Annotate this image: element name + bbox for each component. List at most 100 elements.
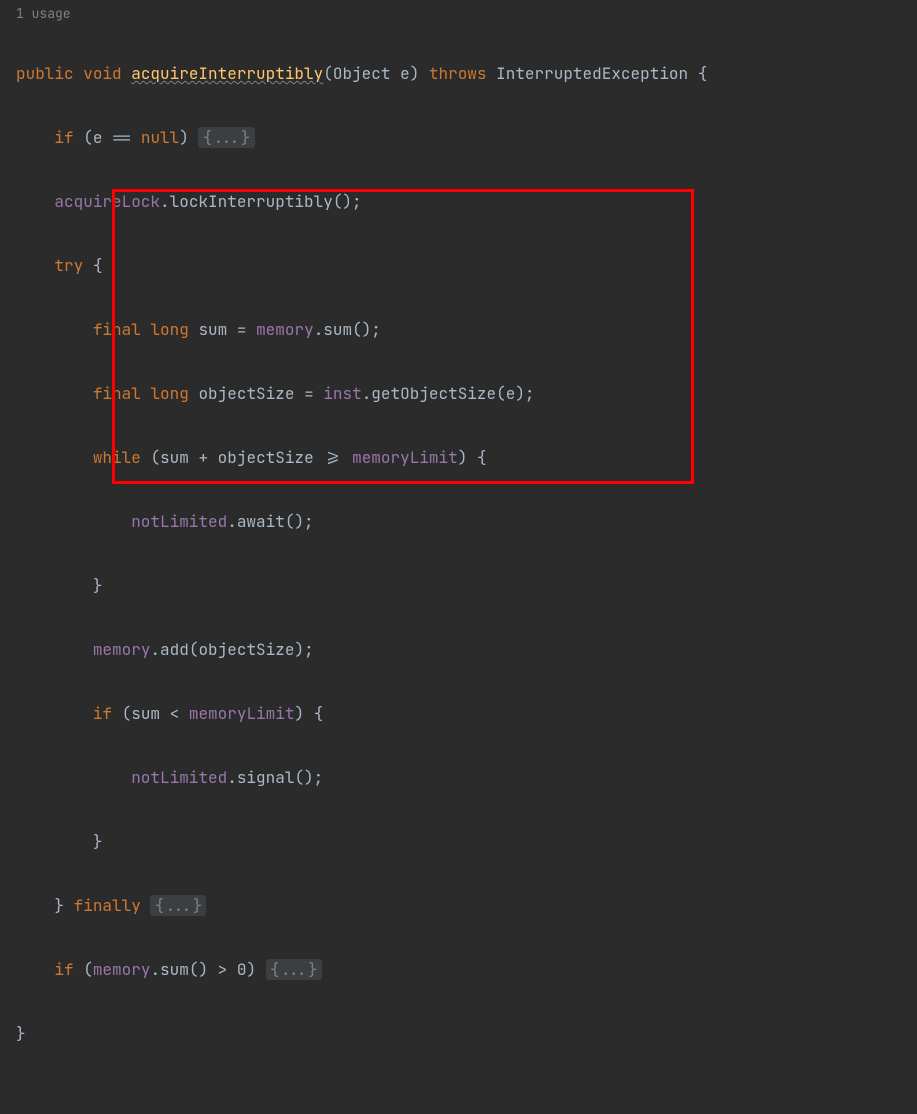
variable: objectSize xyxy=(198,383,294,404)
paren: ( xyxy=(496,383,506,404)
identifier: sum xyxy=(131,703,160,724)
brace: { xyxy=(93,255,103,276)
field-ref: memoryLimit xyxy=(189,703,295,724)
code-line: notLimited.signal(); xyxy=(16,762,917,794)
code-line: } xyxy=(16,826,917,858)
operator: + xyxy=(189,447,218,468)
keyword-void: void xyxy=(83,63,121,84)
paren: ( xyxy=(189,639,199,660)
operator: == xyxy=(112,127,131,148)
variable: sum xyxy=(198,319,227,340)
param-type: Object xyxy=(333,63,391,84)
brace: } xyxy=(93,831,103,852)
identifier: e xyxy=(93,127,103,148)
paren: ) { xyxy=(458,447,487,468)
method-call: await xyxy=(237,511,285,532)
literal: 0 xyxy=(237,959,247,980)
field-ref: inst xyxy=(323,383,361,404)
argument: e xyxy=(506,383,516,404)
paren: ); xyxy=(294,639,313,660)
keyword-if: if xyxy=(93,703,112,724)
keyword-if: if xyxy=(54,127,73,148)
operator: = xyxy=(294,383,323,404)
dot: . xyxy=(362,383,372,404)
brace: } xyxy=(54,895,64,916)
paren: (); xyxy=(333,191,362,212)
paren: (); xyxy=(352,319,381,340)
code-line: memory.add(objectSize); xyxy=(16,634,917,666)
code-line: if (sum < memoryLimit) { xyxy=(16,698,917,730)
operator: > xyxy=(208,959,237,980)
brace: } xyxy=(16,1023,26,1044)
keyword-long: long xyxy=(150,383,188,404)
paren: ( xyxy=(150,447,160,468)
argument: objectSize xyxy=(198,639,294,660)
method-call: sum xyxy=(323,319,352,340)
keyword-null: null xyxy=(141,127,179,148)
method-call: getObjectSize xyxy=(371,383,496,404)
field-ref: memory xyxy=(256,319,314,340)
operator: < xyxy=(160,703,189,724)
paren: ) xyxy=(179,127,189,148)
paren: ); xyxy=(515,383,534,404)
keyword-throws: throws xyxy=(429,63,487,84)
keyword-final: final xyxy=(93,319,141,340)
code-line: if (memory.sum() > 0) {...} xyxy=(16,954,917,986)
method-call: lockInterruptibly xyxy=(170,191,333,212)
paren: ) xyxy=(410,63,420,84)
dot: . xyxy=(150,639,160,660)
dot: . xyxy=(227,511,237,532)
method-call: signal xyxy=(237,767,295,788)
field-ref: memory xyxy=(93,959,151,980)
dot: . xyxy=(160,191,170,212)
field-ref: memory xyxy=(93,639,151,660)
paren: ( xyxy=(323,63,333,84)
identifier: objectSize xyxy=(218,447,314,468)
paren: (); xyxy=(285,511,314,532)
keyword-if: if xyxy=(54,959,73,980)
field-ref: notLimited xyxy=(131,511,227,532)
paren: ( xyxy=(83,127,93,148)
paren: (); xyxy=(294,767,323,788)
code-line: public void acquireInterruptibly(Object … xyxy=(16,58,917,90)
code-line: final long sum = memory.sum(); xyxy=(16,314,917,346)
keyword-public: public xyxy=(16,63,74,84)
fold-region[interactable]: {...} xyxy=(266,959,322,980)
keyword-long: long xyxy=(150,319,188,340)
field-ref: memoryLimit xyxy=(352,447,458,468)
keyword-try: try xyxy=(54,255,83,276)
keyword-while: while xyxy=(93,447,141,468)
paren: ( xyxy=(83,959,93,980)
usage-hint[interactable]: 1 usage xyxy=(16,4,917,24)
method-call: sum xyxy=(160,959,189,980)
code-line: while (sum + objectSize >= memoryLimit) … xyxy=(16,442,917,474)
dot: . xyxy=(227,767,237,788)
paren: ) xyxy=(246,959,256,980)
code-line: notLimited.await(); xyxy=(16,506,917,538)
code-line: if (e == null) {...} xyxy=(16,122,917,154)
operator: = xyxy=(227,319,256,340)
brace: { xyxy=(698,63,708,84)
code-line: } xyxy=(16,570,917,602)
paren: ) { xyxy=(294,703,323,724)
code-line: acquireLock.lockInterruptibly(); xyxy=(16,186,917,218)
param-name: e xyxy=(400,63,410,84)
identifier: sum xyxy=(160,447,189,468)
dot: . xyxy=(150,959,160,980)
field-ref: notLimited xyxy=(131,767,227,788)
paren: () xyxy=(189,959,208,980)
exception-type: InterruptedException xyxy=(496,63,688,84)
fold-region[interactable]: {...} xyxy=(150,895,206,916)
code-editor[interactable]: public void acquireInterruptibly(Object … xyxy=(16,26,917,1114)
code-line: try { xyxy=(16,250,917,282)
dot: . xyxy=(314,319,324,340)
code-line: } finally {...} xyxy=(16,890,917,922)
code-line: final long objectSize = inst.getObjectSi… xyxy=(16,378,917,410)
brace: } xyxy=(93,575,103,596)
operator: >= xyxy=(314,447,352,468)
method-call: add xyxy=(160,639,189,660)
keyword-final: final xyxy=(93,383,141,404)
fold-region[interactable]: {...} xyxy=(198,127,254,148)
paren: ( xyxy=(122,703,132,724)
method-name: acquireInterruptibly xyxy=(131,63,323,84)
